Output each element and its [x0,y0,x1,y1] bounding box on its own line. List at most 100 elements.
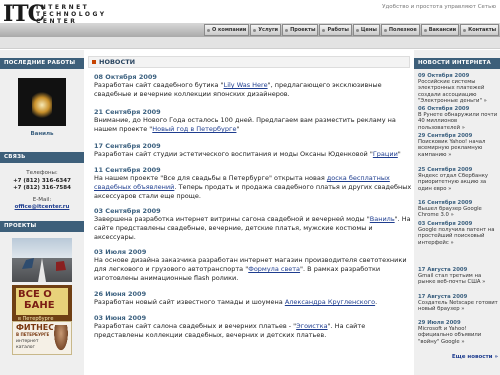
nav-label: Работы [327,27,349,33]
internet-news-text: Gmail стал третьим на рынке веб-почты СШ… [418,273,486,286]
news-text-part: " [236,125,240,133]
internet-news-item[interactable]: 17 Августа 2009 Создатель Netscape готови… [418,294,498,313]
logo-line2: TECHNOLOGY [36,11,107,18]
banner-fitness-small2: каталог [16,345,35,350]
news-text-part: Разработан сайт студии эстетического вос… [94,150,373,158]
nav-label: Цены [360,27,377,33]
tagline: Удобство и простота управляют Сетью [382,4,496,10]
news-link[interactable]: Александра Кругленского [285,298,375,306]
nav-vacancies[interactable]: Вакансии [420,24,460,36]
news-link[interactable]: Lily Was Here [224,81,268,89]
contact-title: СВЯЗЬ [0,152,84,163]
news-date: 17 Сентября 2009 [94,142,161,150]
news-item: 03 Июля 2009 На основе дизайна заказчика… [94,248,412,283]
internet-news-item[interactable]: 09 Октября 2009 Российские системы электр… [418,73,498,105]
project-banner-fitness[interactable]: ФИТНЕС В ПЕТЕРБУРГЕ интернет каталог [12,321,72,355]
internet-news-text: Microsoft и Yahoo! официально объявили "… [418,326,482,345]
news-item: 08 Октября 2009 Разработан сайт свадебно… [94,73,412,99]
nav-about[interactable]: О компании [204,24,250,36]
news-text: Внимание, до Нового Года осталось 100 дн… [94,116,412,134]
subheader-strip [0,37,500,49]
news-date: 03 Июня 2009 [94,314,147,322]
nav-menu: О компании Услуги Проекты Работы Цены По… [204,24,500,36]
internet-news-item[interactable]: 17 Августа 2009 Gmail стал третьим на рын… [418,267,498,286]
news-text: Завершена разработка интернет витрины са… [94,215,412,242]
phone-2: +7 (812) 316-7584 [13,185,71,191]
internet-news-text: Поисковик Yahoo! начал всемирную рекламн… [418,139,486,158]
internet-news-item[interactable]: 06 Октября 2009 В Рунете обнаружили почти… [418,106,498,131]
bullet-icon [423,28,427,32]
projects-section: ПРОЕКТЫ [0,221,84,232]
news-header: НОВОСТИ [88,56,410,68]
news-text-part: Завершена разработка интернет витрины са… [94,215,370,223]
internet-news-item[interactable]: 29 Июля 2009 Microsoft и Yahoo! официальн… [418,320,498,345]
news-link[interactable]: Эгоистка [296,322,327,330]
news-item: 11 Сентября 2009 На нашем проекте "Все д… [94,166,412,201]
news-text-part: На нашем проекте "Все для свадьбы в Пете… [94,174,327,182]
internet-news-item[interactable]: 29 Сентября 2009 Поисковик Yahoo! начал в… [418,133,498,158]
more-news-link[interactable]: Еще новости » [418,354,498,360]
thumbnail-image [32,92,52,118]
nav-label: Контакты [468,27,497,33]
nav-label: Услуги [258,27,279,33]
internet-news-item[interactable]: 25 Сентября 2009 Яндекс отдал Сбербанку п… [418,167,498,192]
nav-services[interactable]: Услуги [250,24,282,36]
internet-news-text: Российские системы электронных платежей … [418,79,487,105]
news-link[interactable]: Ваниль [370,215,395,223]
news-text-part: . [375,298,378,306]
bullet-icon [285,28,289,32]
banner-fitness-small1: интернет [16,339,39,344]
nav-works[interactable]: Работы [319,24,352,36]
news-link[interactable]: Грации [373,150,398,158]
news-text: На нашем проекте "Все для свадьбы в Пете… [94,174,412,201]
bullet-icon [207,28,210,32]
banner-fitness-sub: В ПЕТЕРБУРГЕ [16,332,50,337]
internet-news-text: Вышел браузер Google Chrome 3.0 » [418,206,482,219]
internet-news-item[interactable]: 03 Сентября 2009 Google получила патент н… [418,221,498,246]
internet-news-item[interactable]: 16 Сентября 2009 Вышел браузер Google Chr… [418,200,498,219]
bullet-icon [383,28,387,32]
nav-label: Проекты [290,27,316,33]
banner-bath-big2: БАНЕ [24,300,55,311]
nav-prices[interactable]: Цены [352,24,380,36]
news-item: 17 Сентября 2009 Разработан сайт студии … [94,142,412,159]
bullet-icon [253,28,257,32]
banner-fitness-big: ФИТНЕС [16,323,55,332]
news-text: Разработан сайт свадебного бутика "Lily … [94,81,412,99]
banner-bath-big1: ВСЕ О [18,289,52,300]
works-title: ПОСЛЕДНИЕ РАБОТЫ [0,58,84,69]
logo-text: INTERNET TECHNOLOGY CENTER [36,4,107,25]
internet-news-title: НОВОСТИ ИНТЕРНЕТА [414,58,500,69]
news-link[interactable]: Формула света [248,265,300,273]
nav-contacts[interactable]: Контакты [460,24,500,36]
phone-1: +7 (812) 316-6347 [13,178,71,184]
news-text-part: Разработан сайт салона свадебных и вечер… [94,322,297,330]
news-item: 03 Сентября 2009 Завершена разработка ин… [94,207,412,242]
bullet-icon [322,28,326,32]
news-item: 03 Июня 2009 Разработан сайт салона свад… [94,314,412,340]
news-text-part: Разработан сайт свадебного бутика " [94,81,224,89]
internet-news-text: Яндекс отдал Сбербанку приоритетную акци… [418,173,489,192]
news-text: Разработан сайт студии эстетического вос… [94,150,412,159]
project-banner-road[interactable] [12,238,72,282]
news-text: Разработан новый сайт известного тамады … [94,298,412,307]
nav-useful[interactable]: Полезное [380,24,420,36]
project-banner-bath[interactable]: ВСЕ О БАНЕ в Петербурге [12,285,72,325]
phones-label: Телефоны: [26,170,58,176]
email-label: E-Mail: [32,197,52,203]
projects-title: ПРОЕКТЫ [0,221,84,232]
news-item: 21 Сентября 2009 Внимание, до Нового Год… [94,108,412,134]
road-illustration [22,258,66,282]
latest-work-caption[interactable]: Ваниль [0,131,84,137]
news-text: На основе дизайна заказчика разработан и… [94,256,412,283]
news-text-part: Внимание, до Нового Года осталось 100 дн… [94,116,396,133]
news-date: 21 Сентября 2009 [94,108,161,116]
latest-work-thumbnail[interactable] [18,78,66,126]
internet-news-text: Google получила патент на простейший пои… [418,227,495,246]
news-date: 03 Июля 2009 [94,248,147,256]
email-link[interactable]: office@itcenter.ru [0,204,84,210]
news-title: НОВОСТИ [99,58,136,66]
news-link[interactable]: Новый год в Петербурге [152,125,236,133]
nav-projects[interactable]: Проекты [282,24,319,36]
nav-label: Вакансии [428,27,457,33]
